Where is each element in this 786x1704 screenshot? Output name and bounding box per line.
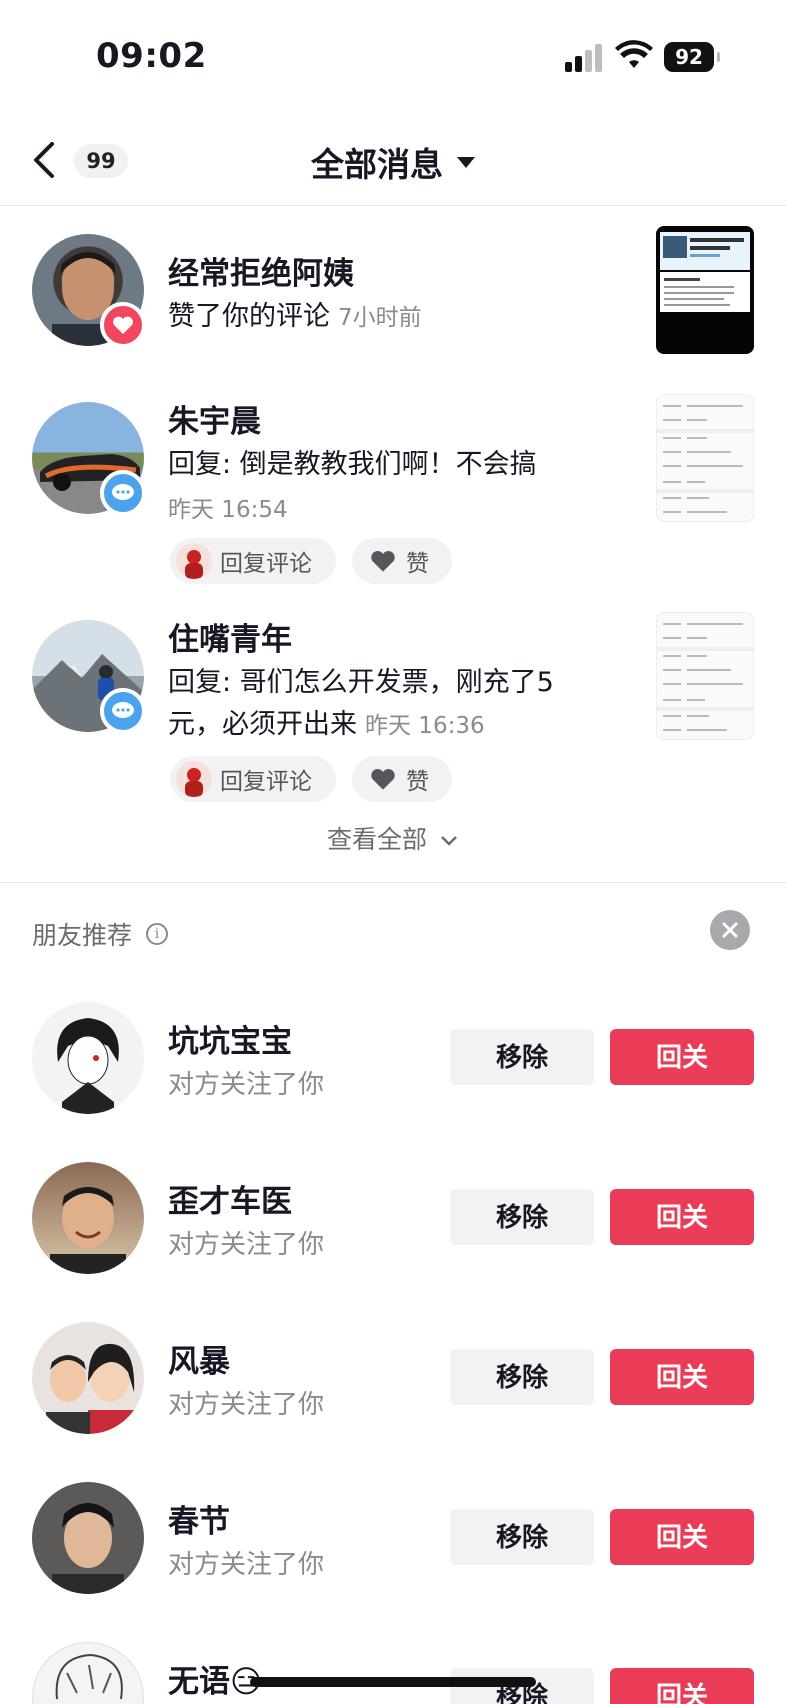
avatar <box>176 761 212 797</box>
section-title-label: 朋友推荐 <box>32 921 133 950</box>
see-all-label: 查看全部 <box>327 825 428 854</box>
chat-badge-icon <box>100 688 146 734</box>
avatar[interactable] <box>32 1002 144 1114</box>
message-sender[interactable]: 经常拒绝阿姨 <box>168 248 354 293</box>
message-item[interactable]: 经常拒绝阿姨 赞了你的评论 7小时前 <box>0 226 786 356</box>
message-time: 昨天 16:36 <box>365 713 485 739</box>
avatar[interactable] <box>32 1322 144 1434</box>
chevron-down-icon <box>441 836 457 846</box>
home-indicator[interactable] <box>250 1677 536 1687</box>
friend-name[interactable]: 坑坑宝宝 <box>168 1016 292 1061</box>
avatar[interactable] <box>32 1482 144 1594</box>
wifi-icon <box>615 40 653 68</box>
reply-comment-button[interactable]: 回复评论 <box>170 538 336 584</box>
follow-back-button[interactable]: 回关 <box>610 1189 754 1245</box>
page-title-label: 全部消息 <box>311 145 443 184</box>
friend-suggestion-row[interactable]: 风暴 对方关注了你 移除 回关 <box>0 1322 786 1434</box>
follow-back-button[interactable]: 回关 <box>610 1349 754 1405</box>
post-thumbnail[interactable] <box>656 612 754 740</box>
close-icon[interactable] <box>710 910 750 950</box>
reply-comment-label: 回复评论 <box>220 551 312 577</box>
section-title: 朋友推荐 i <box>32 916 169 952</box>
friend-subtitle: 对方关注了你 <box>168 1550 325 1580</box>
friend-name[interactable]: 风暴 <box>168 1336 230 1381</box>
post-thumbnail[interactable] <box>656 226 754 354</box>
avatar[interactable] <box>32 1162 144 1274</box>
info-icon[interactable]: i <box>146 923 169 945</box>
message-time: 7小时前 <box>338 305 422 331</box>
message-text: 回复: 哥们怎么开发票，刚充了5元，必须开出来 昨天 16:36 <box>168 662 588 747</box>
nav-bar: 99 全部消息 <box>0 110 786 206</box>
message-item[interactable]: 住嘴青年 回复: 哥们怎么开发票，刚充了5元，必须开出来 昨天 16:36 回复评… <box>0 612 786 812</box>
reply-comment-button[interactable]: 回复评论 <box>170 756 336 802</box>
avatar[interactable] <box>32 1642 144 1704</box>
follow-back-button[interactable]: 回关 <box>610 1509 754 1565</box>
message-text: 赞了你的评论 7小时前 <box>168 296 578 339</box>
see-all-button[interactable]: 查看全部 <box>0 820 786 856</box>
chat-badge-icon <box>100 470 146 516</box>
page-title[interactable]: 全部消息 <box>0 138 786 186</box>
friend-subtitle: 对方关注了你 <box>168 1390 325 1420</box>
heart-icon <box>371 551 395 572</box>
friend-name[interactable]: 歪才车医 <box>168 1176 292 1221</box>
status-time: 09:02 <box>96 36 207 76</box>
message-body: 回复: 哥们怎么开发票，刚充了5元，必须开出来 <box>168 667 554 740</box>
heart-icon <box>371 769 395 790</box>
message-body: 回复: 倒是教教我们啊！不会搞 <box>168 449 537 480</box>
heart-badge-icon <box>100 302 146 348</box>
friend-name[interactable]: 无语😑 <box>168 1656 262 1701</box>
remove-button[interactable]: 移除 <box>450 1189 594 1245</box>
battery-icon: 92 <box>664 42 720 72</box>
message-time: 昨天 16:54 <box>168 497 288 523</box>
status-bar: 09:02 92 <box>0 0 786 110</box>
follow-back-button[interactable]: 回关 <box>610 1668 754 1704</box>
caret-down-icon <box>457 157 475 168</box>
avatar <box>176 543 212 579</box>
remove-button[interactable]: 移除 <box>450 1349 594 1405</box>
divider <box>0 882 786 883</box>
post-thumbnail[interactable] <box>656 394 754 522</box>
like-button[interactable]: 赞 <box>352 538 452 584</box>
message-sender[interactable]: 朱宇晨 <box>168 396 261 441</box>
friend-subtitle: 对方关注了你 <box>168 1230 325 1260</box>
message-body: 赞了你的评论 <box>168 301 330 332</box>
like-button[interactable]: 赞 <box>352 756 452 802</box>
message-item[interactable]: 朱宇晨 回复: 倒是教教我们啊！不会搞 昨天 16:54 回复评论 赞 <box>0 394 786 594</box>
remove-button[interactable]: 移除 <box>450 1029 594 1085</box>
friend-subtitle: 对方关注了你 <box>168 1070 325 1100</box>
like-label: 赞 <box>406 551 429 577</box>
friend-suggestion-row[interactable]: 无语😑 移除 回关 <box>0 1642 786 1704</box>
remove-button[interactable]: 移除 <box>450 1509 594 1565</box>
friend-suggestion-row[interactable]: 春节 对方关注了你 移除 回关 <box>0 1482 786 1594</box>
friend-name[interactable]: 春节 <box>168 1496 230 1541</box>
signal-icon <box>565 42 603 72</box>
friend-suggestion-row[interactable]: 歪才车医 对方关注了你 移除 回关 <box>0 1162 786 1274</box>
message-sender[interactable]: 住嘴青年 <box>168 614 292 659</box>
follow-back-button[interactable]: 回关 <box>610 1029 754 1085</box>
like-label: 赞 <box>406 769 429 795</box>
reply-comment-label: 回复评论 <box>220 769 312 795</box>
friend-suggestion-row[interactable]: 坑坑宝宝 对方关注了你 移除 回关 <box>0 1002 786 1114</box>
